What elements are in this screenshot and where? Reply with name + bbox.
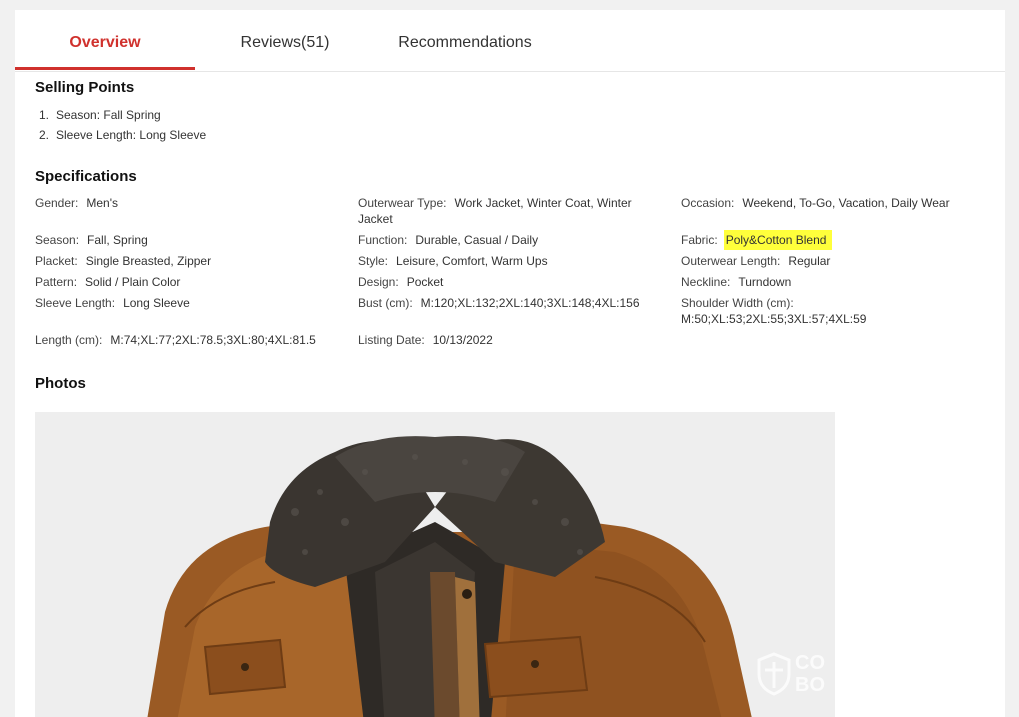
- list-item: 1. Season: Fall Spring: [39, 108, 161, 122]
- list-item: 2. Sleeve Length: Long Sleeve: [39, 128, 207, 142]
- spec-shoulder-width: Shoulder Width (cm): M:50;XL:53;2XL:55;3X…: [681, 296, 867, 326]
- product-photo[interactable]: CO BO: [35, 412, 835, 717]
- spec-design: Design: Pocket: [358, 275, 444, 289]
- selling-points-list: 1. Season: Fall Spring 2. Sleeve Length: L…: [35, 108, 206, 148]
- spec-neckline: Neckline: Turndown: [681, 275, 792, 289]
- spec-sleeve-length: Sleeve Length: Long Sleeve: [35, 296, 190, 310]
- spec-season: Season: Fall, Spring: [35, 233, 148, 247]
- tab-recommendations[interactable]: Recommendations: [375, 34, 555, 72]
- spec-style: Style: Leisure, Comfort, Warm Ups: [358, 254, 548, 268]
- spec-bust: Bust (cm): M:120;XL:132;2XL:140;3XL:148;4…: [358, 296, 640, 310]
- shield-icon: [757, 652, 791, 696]
- photos-heading: Photos: [35, 375, 86, 392]
- product-details-card: Overview Reviews(51) Recommendations Sel…: [15, 10, 1005, 717]
- specifications-heading: Specifications: [35, 168, 137, 185]
- spec-outerwear-type: Outerwear Type: Work Jacket, Winter Coat,…: [358, 196, 632, 226]
- spec-listing-date: Listing Date: 10/13/2022: [358, 333, 493, 347]
- tab-bar: Overview Reviews(51) Recommendations: [15, 10, 1005, 72]
- tab-reviews[interactable]: Reviews(51): [195, 34, 375, 72]
- spec-fabric: Fabric: Poly&Cotton Blend: [681, 230, 981, 250]
- spec-length: Length (cm): M:74;XL:77;2XL:78.5;3XL:80;4…: [35, 333, 316, 347]
- spec-placket: Placket: Single Breasted, Zipper: [35, 254, 212, 268]
- active-tab-indicator: [15, 67, 195, 70]
- spec-function: Function: Durable, Casual / Daily: [358, 233, 539, 247]
- spec-gender: Gender: Men's: [35, 196, 118, 210]
- spec-outerwear-length: Outerwear Length: Regular: [681, 254, 831, 268]
- spec-occasion: Occasion: Weekend, To-Go, Vacation, Daily…: [681, 196, 950, 210]
- jacket-image: [35, 412, 835, 717]
- spec-pattern: Pattern: Solid / Plain Color: [35, 275, 181, 289]
- selling-points-heading: Selling Points: [35, 79, 135, 96]
- highlighted-value: Poly&Cotton Blend: [723, 230, 833, 250]
- watermark-logo: CO BO: [757, 652, 835, 702]
